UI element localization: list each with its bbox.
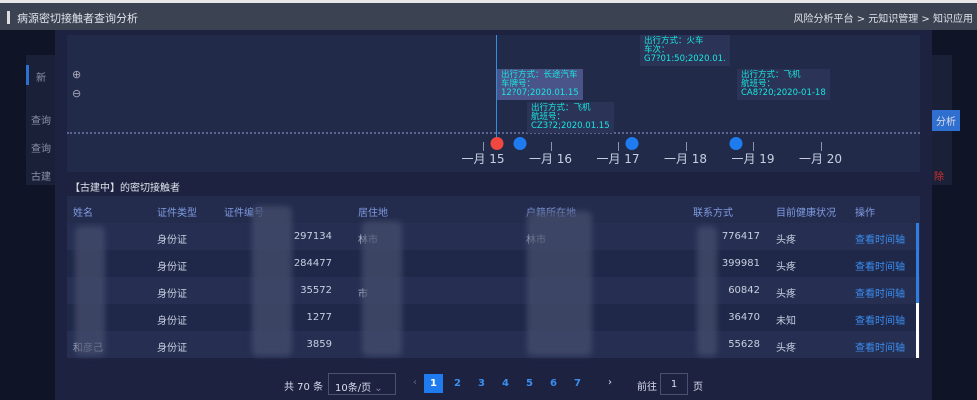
- cell-health: 头疼: [776, 289, 796, 300]
- timeline-axis: [67, 132, 920, 134]
- total-count: 共 70 条: [284, 382, 324, 393]
- timeline-point[interactable]: [729, 137, 743, 150]
- title-marker: [7, 11, 10, 24]
- table-row: 身份证 284477 399981 头疼 查看时间轴: [67, 250, 920, 277]
- cell-health: 头疼: [776, 235, 796, 246]
- page-header: 病源密切接触者查询分析 风险分析平台 > 元知识管理 > 知识应用: [0, 0, 977, 30]
- axis-tick-label: 一月 15: [461, 152, 505, 166]
- bg-tab[interactable]: 新: [36, 69, 46, 84]
- page-title: 病源密切接触者查询分析: [17, 12, 138, 25]
- tooltip-train: 出行方式：火车 车次： G7?01:50;2020.01.: [640, 35, 730, 66]
- table-row: 和彦己身份证385955628头疼查看时间轴: [67, 331, 920, 358]
- axis-tick-label: 一月 17: [596, 152, 640, 166]
- page-2-button[interactable]: 2: [454, 378, 461, 389]
- axis-tick-label: 一月 19: [731, 152, 775, 166]
- cell-id-type: 身份证: [157, 262, 187, 273]
- col-contact: 联系方式: [693, 208, 733, 219]
- axis-tick-label: 一月 18: [663, 152, 708, 166]
- cell-contact: 55628: [728, 339, 760, 350]
- col-residence: 居住地: [358, 208, 388, 219]
- next-page-button[interactable]: ›: [608, 377, 612, 388]
- page-size-value: 10条/页: [335, 383, 372, 394]
- table-row: 身份证35572市60842头疼查看时间轴: [67, 277, 920, 304]
- section-title: 【古建中】的密切接触者: [70, 183, 180, 194]
- view-timeline-link[interactable]: 查看时间轴: [855, 258, 905, 273]
- cell-id-type: 身份证: [157, 289, 187, 300]
- redaction: [527, 211, 592, 356]
- contacts-table: 姓名 证件类型 证件编号 居住地 户籍所在地 联系方式 目前健康状况 操作 身份…: [67, 196, 920, 358]
- view-timeline-link[interactable]: 查看时间轴: [855, 285, 905, 300]
- breadcrumb[interactable]: 风险分析平台 > 元知识管理 > 知识应用: [794, 10, 973, 25]
- bg-delete[interactable]: 除: [934, 168, 944, 183]
- table-scrollbar[interactable]: [916, 223, 919, 358]
- tooltip-bus: 出行方式：长途汽车 车牌号： 12?07;2020.01.15: [497, 69, 583, 100]
- cell-id-type: 身份证: [157, 316, 187, 327]
- timeline-point[interactable]: [490, 137, 503, 150]
- tooltip-flight-1: 出行方式：飞机 航班号： CZ3?2;2020.01.15: [527, 102, 614, 133]
- contacts-modal: ⊕ ⊖ 出行方式：火车 车次： G7?01:50;2020.01. 出行方式：长途汽…: [55, 30, 932, 400]
- timeline-point[interactable]: [625, 137, 638, 150]
- pagination: 共 70 条 10条/页 ⌄ ‹ 1234567 › 前往 1 页: [55, 373, 932, 395]
- axis-tick-label: 一月 20: [798, 152, 843, 166]
- redaction: [362, 221, 402, 356]
- col-id-type: 证件类型: [157, 208, 197, 219]
- timeline-point[interactable]: [513, 137, 527, 150]
- cell-health: 头疼: [776, 262, 796, 273]
- cell-id-number: 1277: [306, 312, 332, 323]
- goto-page-input[interactable]: 1: [660, 373, 688, 395]
- col-health: 目前健康状况: [776, 208, 836, 219]
- chevron-down-icon: ⌄: [374, 383, 383, 394]
- col-name: 姓名: [73, 208, 93, 219]
- redaction: [75, 226, 105, 356]
- view-timeline-link[interactable]: 查看时间轴: [855, 231, 905, 246]
- bg-analyze-button[interactable]: 分析: [932, 110, 960, 131]
- cell-health: 头疼: [776, 343, 796, 354]
- cell-id-type: 身份证: [157, 343, 187, 354]
- col-action: 操作: [855, 208, 875, 219]
- cell-contact: 60842: [728, 285, 760, 296]
- page-7-button[interactable]: 7: [574, 378, 581, 389]
- page-size-select[interactable]: 10条/页 ⌄: [328, 373, 396, 395]
- goto-label: 前往: [637, 382, 657, 393]
- table-row: 身份证297134林市林市776417头疼查看时间轴: [67, 223, 920, 250]
- bg-tab-marker: [26, 65, 29, 85]
- table-row: 身份证 1277 36470 未知 查看时间轴: [67, 304, 920, 331]
- bg-query-input[interactable]: 查询: [31, 140, 51, 155]
- bg-query-label: 查询: [31, 116, 51, 127]
- page-1-button[interactable]: 1: [424, 374, 443, 393]
- cell-contact: 36470: [728, 312, 760, 323]
- tooltip-flight-2: 出行方式：飞机 航班号： CA8?20;2020-01-18: [737, 69, 830, 100]
- cell-id-type: 身份证: [157, 235, 187, 246]
- table-header: 姓名 证件类型 证件编号 居住地 户籍所在地 联系方式 目前健康状况 操作: [67, 196, 920, 223]
- page-3-button[interactable]: 3: [478, 378, 485, 389]
- cell-health: 未知: [776, 316, 796, 327]
- cell-id-number: 284477: [293, 258, 332, 269]
- page-5-button[interactable]: 5: [526, 378, 533, 389]
- page-suffix: 页: [693, 382, 703, 393]
- cell-id-number: 297134: [293, 231, 332, 242]
- view-timeline-link[interactable]: 查看时间轴: [855, 312, 905, 327]
- redaction: [252, 206, 292, 356]
- axis-tick-label: 一月 16: [528, 152, 573, 166]
- cell-id-number: 35572: [300, 285, 332, 296]
- page-6-button[interactable]: 6: [550, 378, 557, 389]
- redaction: [697, 226, 717, 356]
- prev-page-button[interactable]: ‹: [413, 377, 417, 388]
- cell-contact: 399981: [721, 258, 760, 269]
- timeline[interactable]: ⊕ ⊖ 出行方式：火车 车次： G7?01:50;2020.01. 出行方式：长途汽…: [67, 35, 920, 172]
- cell-contact: 776417: [721, 231, 760, 242]
- cell-id-number: 3859: [306, 339, 332, 350]
- zoom-out-icon[interactable]: ⊖: [72, 87, 81, 100]
- view-timeline-link[interactable]: 查看时间轴: [855, 339, 905, 354]
- page-4-button[interactable]: 4: [502, 378, 509, 389]
- bg-row: 古建: [31, 172, 51, 183]
- zoom-in-icon[interactable]: ⊕: [72, 68, 81, 81]
